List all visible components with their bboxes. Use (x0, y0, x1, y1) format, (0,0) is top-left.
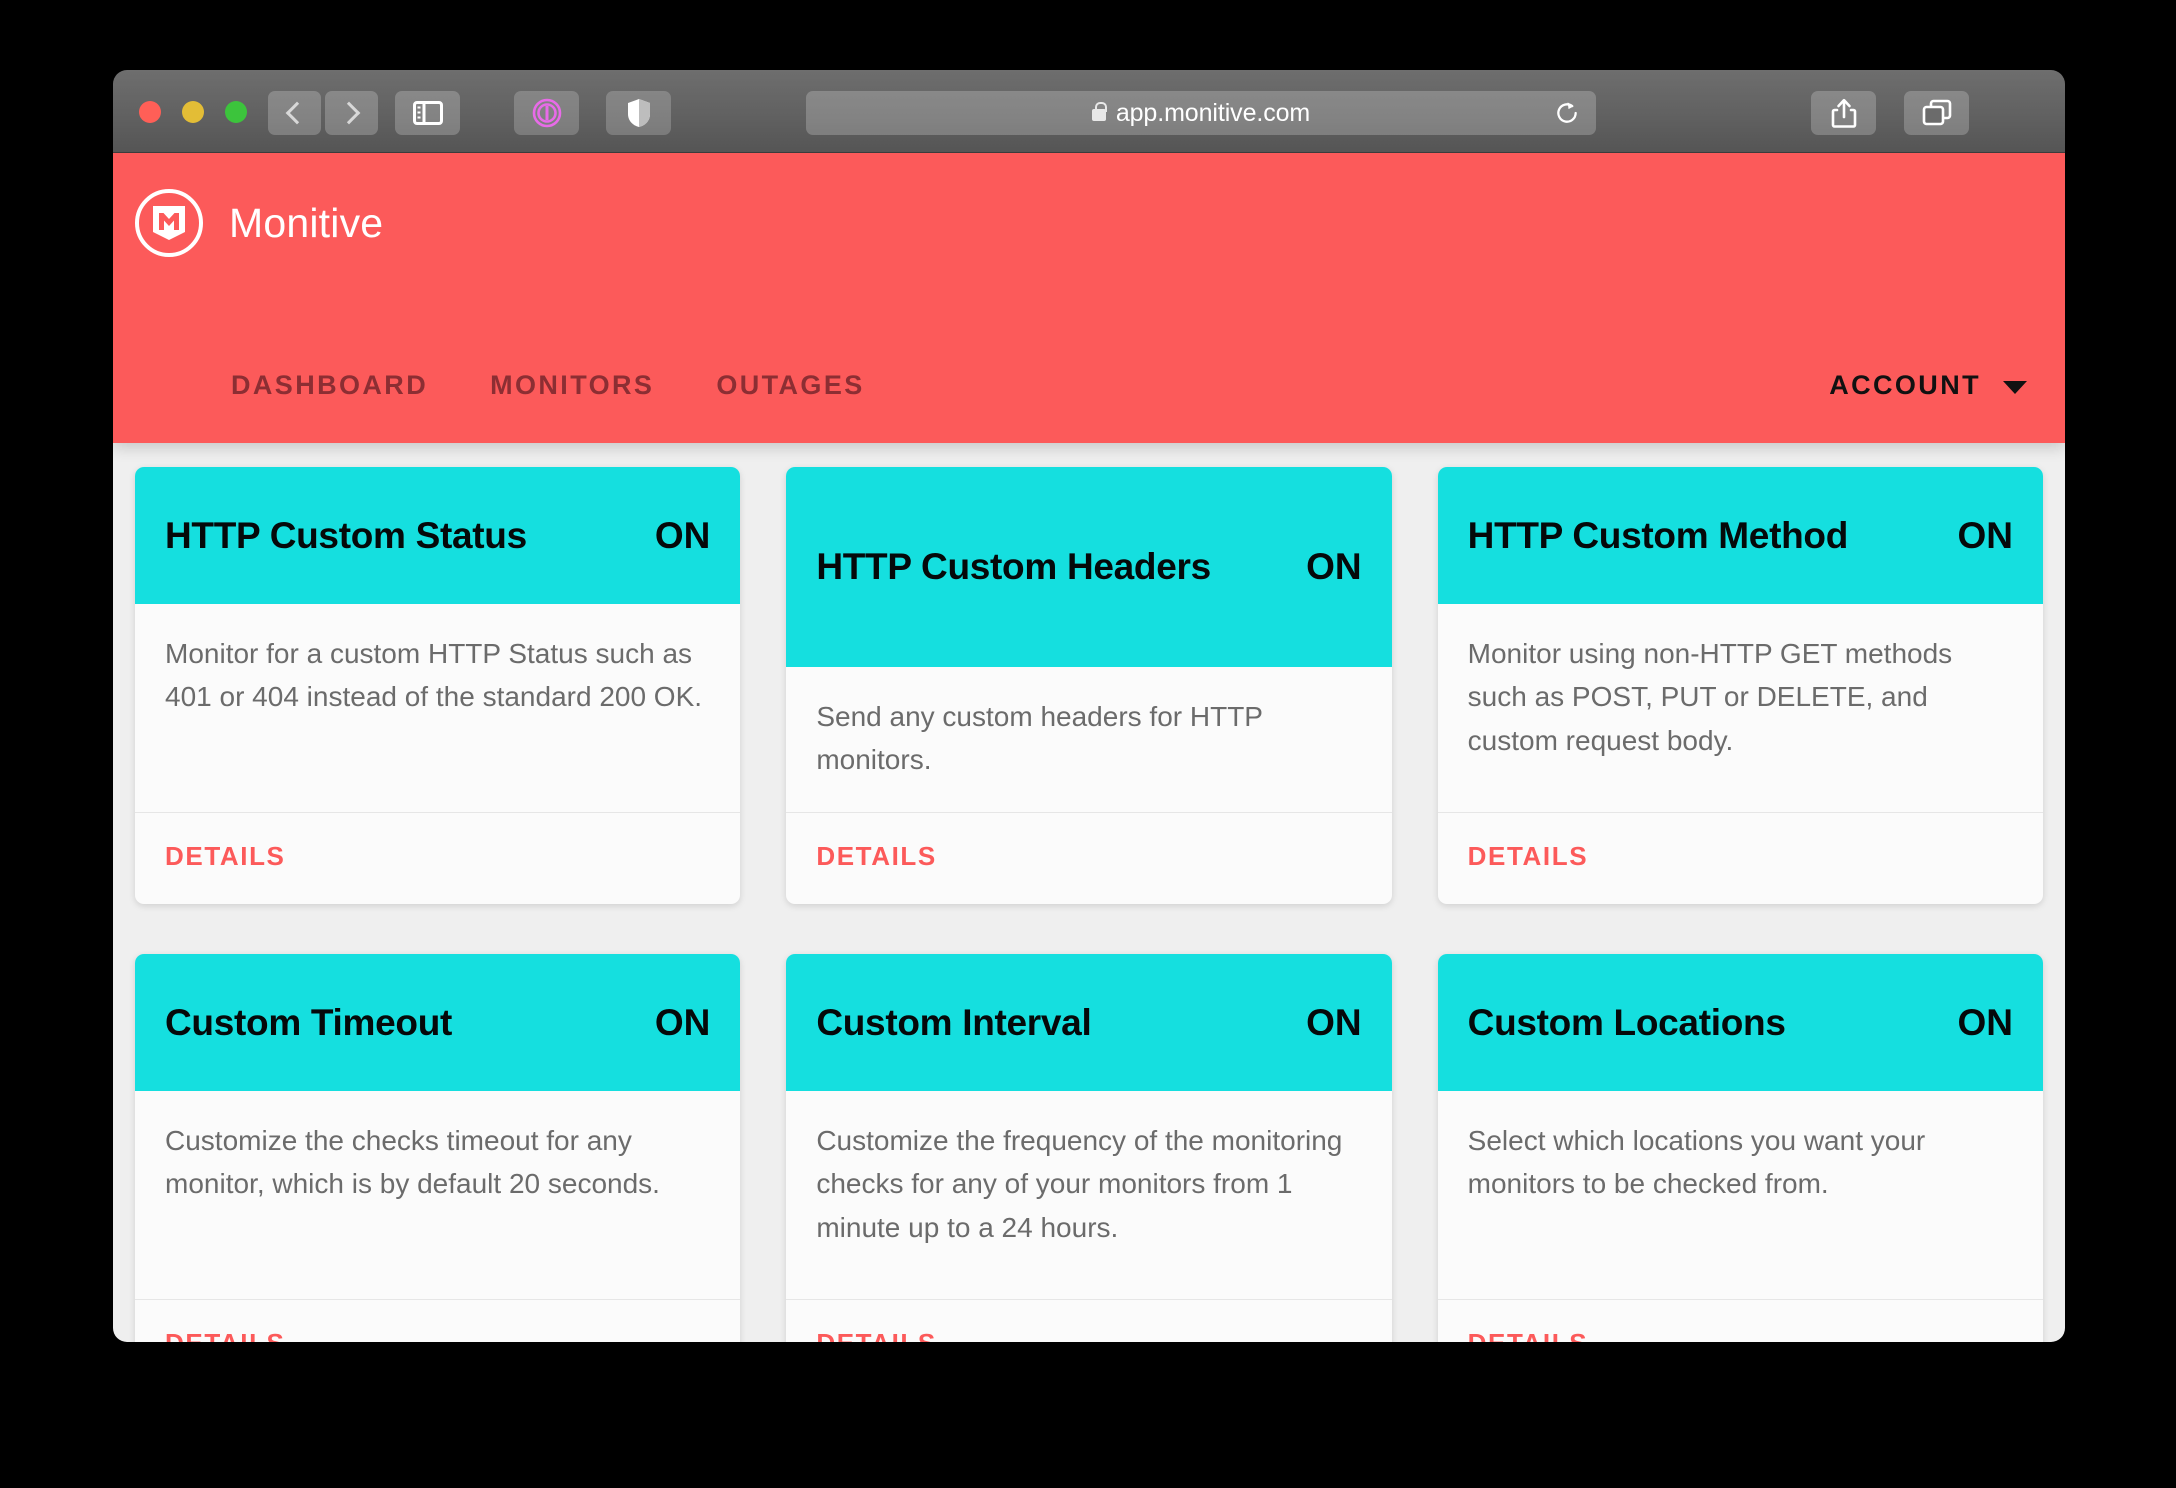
feature-card-body: Customize the frequency of the monitorin… (786, 1091, 1392, 1300)
feature-card-state: ON (654, 514, 711, 556)
feature-card-description: Customize the checks timeout for any mon… (165, 1125, 660, 1200)
details-link[interactable]: DETAILS (816, 841, 937, 872)
feature-card-body: Monitor for a custom HTTP Status such as… (135, 604, 741, 813)
extension-1password-button[interactable] (514, 91, 579, 135)
brand-name: Monitive (229, 199, 384, 246)
feature-card-title: Custom Timeout (165, 1001, 453, 1043)
sidebar-toggle-icon (412, 101, 443, 125)
feature-card-title: HTTP Custom Method (1467, 514, 1849, 556)
feature-card: Custom Timeout ON Customize the checks t… (135, 954, 741, 1342)
feature-card-state: ON (1306, 1001, 1362, 1043)
app-header: Monitive DASHBOARD MONITORS OUTAGES ACCO… (113, 153, 2065, 443)
feature-card-title: HTTP Custom Headers (816, 546, 1211, 588)
details-link[interactable]: DETAILS (816, 1328, 937, 1342)
zoom-window-button[interactable] (225, 101, 247, 123)
window-traffic-lights (139, 101, 247, 123)
feature-card-description: Send any custom headers for HTTP monitor… (816, 701, 1263, 776)
lock-icon (1091, 102, 1107, 121)
feature-card-body: Send any custom headers for HTTP monitor… (786, 667, 1392, 813)
nav-item-monitors[interactable]: MONITORS (490, 370, 654, 401)
feature-card-footer: DETAILS (786, 1300, 1391, 1342)
details-link[interactable]: DETAILS (1468, 1328, 1589, 1342)
extension-shield-button[interactable] (606, 91, 671, 135)
feature-card-footer: DETAILS (786, 813, 1391, 904)
feature-card-header: Custom Timeout ON (135, 954, 741, 1091)
feature-card: HTTP Custom Method ON Monitor using non-… (1437, 467, 2043, 904)
feature-card-title: HTTP Custom Status (165, 514, 527, 556)
account-label: ACCOUNT (1829, 370, 1981, 400)
nav-item-dashboard[interactable]: DASHBOARD (231, 370, 428, 401)
feature-card-body: Monitor using non-HTTP GET methods such … (1437, 604, 2043, 813)
feature-card-footer: DETAILS (1438, 1300, 2043, 1342)
feature-card-title: Custom Locations (1467, 1001, 1786, 1043)
chevron-down-icon (2003, 380, 2027, 394)
share-icon (1831, 98, 1856, 128)
feature-card-footer: DETAILS (1438, 813, 2043, 904)
feature-card-description: Select which locations you want your mon… (1467, 1125, 1926, 1200)
nav-item-outages[interactable]: OUTAGES (716, 370, 864, 401)
feature-card: Custom Interval ON Customize the frequen… (786, 954, 1392, 1342)
feature-card-header: HTTP Custom Method ON (1437, 467, 2043, 604)
feature-card-description: Monitor for a custom HTTP Status such as… (165, 638, 703, 713)
details-link[interactable]: DETAILS (165, 841, 286, 872)
details-link[interactable]: DETAILS (1468, 841, 1589, 872)
feature-card-header: HTTP Custom Status ON (135, 467, 741, 604)
tab-overview-button[interactable] (1904, 91, 1969, 135)
minimize-window-button[interactable] (182, 101, 204, 123)
feature-card-header: HTTP Custom Headers ON (786, 467, 1392, 667)
back-button[interactable] (268, 91, 321, 135)
feature-card-footer: DETAILS (135, 813, 740, 904)
feature-card-grid: HTTP Custom Status ON Monitor for a cust… (113, 443, 2065, 1342)
monitive-m-shield-logo (135, 189, 203, 257)
feature-card-header: Custom Interval ON (786, 954, 1392, 1091)
forward-button[interactable] (325, 91, 378, 135)
feature-card-description: Customize the frequency of the monitorin… (816, 1125, 1343, 1243)
share-button[interactable] (1811, 91, 1876, 135)
browser-window: + (113, 70, 2065, 1342)
url-text: app.monitive.com (1115, 98, 1311, 127)
feature-card-state: ON (1957, 1001, 2013, 1043)
feature-card-title: Custom Interval (816, 1001, 1092, 1043)
feature-card: HTTP Custom Status ON Monitor for a cust… (135, 467, 741, 904)
browser-toolbar: app.monitive.com (113, 70, 2065, 153)
feature-card-body: Select which locations you want your mon… (1437, 1091, 2043, 1300)
details-link[interactable]: DETAILS (165, 1328, 286, 1342)
close-window-button[interactable] (139, 101, 161, 123)
web-page: Monitive DASHBOARD MONITORS OUTAGES ACCO… (113, 153, 2065, 1342)
feature-card-body: Customize the checks timeout for any mon… (135, 1091, 741, 1300)
feature-card-header: Custom Locations ON (1437, 954, 2043, 1091)
chevron-left-icon (285, 101, 309, 125)
tab-overview-icon (1922, 99, 1951, 126)
account-menu-button[interactable]: ACCOUNT (1829, 370, 2027, 401)
feature-card: Custom Locations ON Select which locatio… (1437, 954, 2043, 1342)
feature-card-description: Monitor using non-HTTP GET methods such … (1467, 638, 1953, 756)
feature-card-state: ON (1957, 514, 2013, 556)
chevron-right-icon (337, 101, 361, 125)
m-shield-icon (153, 206, 185, 240)
feature-card-state: ON (1306, 546, 1362, 587)
shield-extension-icon (627, 99, 650, 127)
main-nav: DASHBOARD MONITORS OUTAGES (231, 370, 865, 401)
feature-card-footer: DETAILS (135, 1300, 740, 1342)
sidebar-toggle-button[interactable] (395, 91, 460, 135)
reload-icon[interactable] (1554, 100, 1580, 126)
address-bar[interactable]: app.monitive.com (806, 91, 1596, 135)
feature-card: HTTP Custom Headers ON Send any custom h… (786, 467, 1392, 904)
1password-extension-icon (532, 98, 561, 128)
brand[interactable]: Monitive (135, 189, 383, 257)
feature-card-state: ON (654, 1001, 711, 1043)
